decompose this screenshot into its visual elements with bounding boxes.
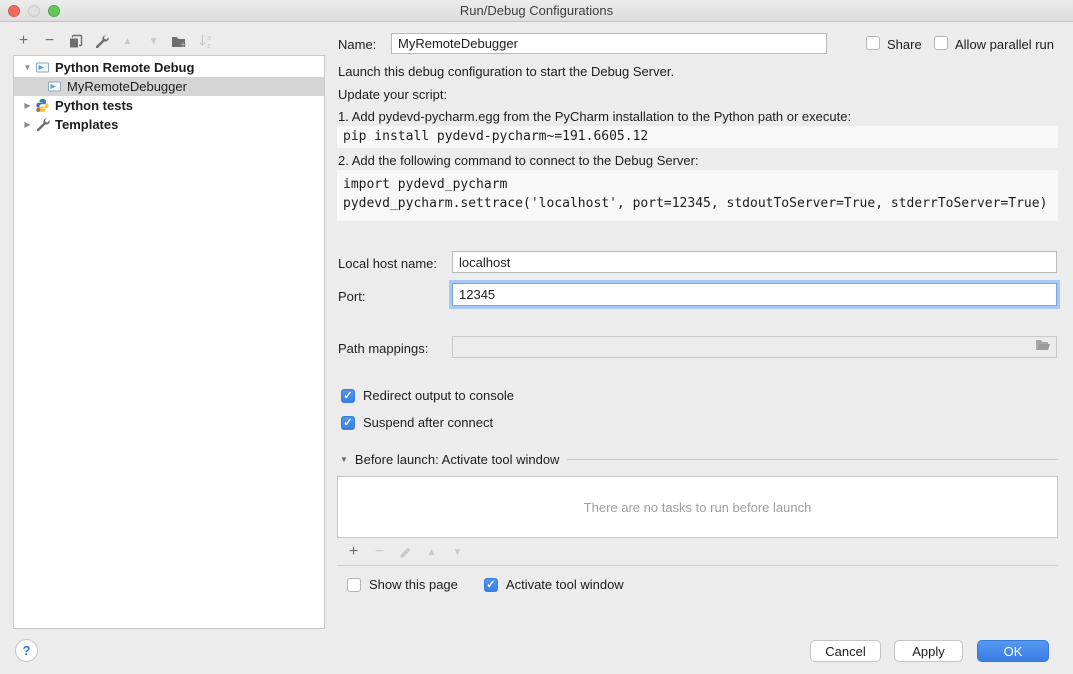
add-task-icon[interactable]: + — [346, 543, 361, 561]
local-host-name-input[interactable] — [452, 251, 1057, 273]
redirect-output-label[interactable]: Redirect output to console — [363, 388, 514, 403]
before-launch-task-list[interactable]: There are no tasks to run before launch — [337, 476, 1058, 538]
wrench-icon — [35, 117, 50, 132]
before-launch-header: ▼ Before launch: Activate tool window — [340, 452, 1058, 467]
tree-item-label: Templates — [55, 117, 118, 132]
port-input[interactable] — [452, 283, 1057, 306]
step1-text: 1. Add pydevd-pycharm.egg from the PyCha… — [338, 109, 851, 124]
tree-item-label: Python tests — [55, 98, 133, 113]
tree-item-python-remote-debug[interactable]: ▼ Python Remote Debug — [14, 58, 324, 77]
tree-item-templates[interactable]: ▶ Templates — [14, 115, 324, 134]
close-window-button[interactable] — [8, 5, 20, 17]
copy-configuration-icon[interactable] — [67, 32, 84, 50]
svg-text:z: z — [207, 43, 211, 49]
new-folder-icon[interactable] — [171, 32, 188, 50]
section-divider — [567, 459, 1058, 460]
tree-item-myremotedebugger[interactable]: MyRemoteDebugger — [14, 77, 324, 96]
allow-parallel-run-checkbox[interactable] — [934, 36, 948, 50]
cancel-button[interactable]: Cancel — [810, 640, 881, 662]
code-line-1: import pydevd_pycharm — [343, 177, 507, 192]
redirect-output-row: Redirect output to console — [341, 388, 514, 403]
step2-text: 2. Add the following command to connect … — [338, 153, 699, 168]
run-config-icon — [35, 60, 50, 75]
collapse-section-icon[interactable]: ▼ — [340, 455, 348, 464]
activate-tool-window-label[interactable]: Activate tool window — [506, 577, 624, 592]
empty-tasks-text: There are no tasks to run before launch — [584, 500, 812, 515]
run-config-icon — [47, 79, 62, 94]
show-this-page-label[interactable]: Show this page — [369, 577, 458, 592]
tree-item-label: MyRemoteDebugger — [67, 79, 187, 94]
edit-templates-icon[interactable] — [93, 32, 110, 50]
pip-command-code: pip install pydevd-pycharm~=191.6605.12 — [337, 126, 1058, 148]
code-line-2: pydevd_pycharm.settrace('localhost', por… — [343, 196, 1047, 211]
settrace-code: import pydevd_pycharm pydevd_pycharm.set… — [337, 170, 1058, 221]
task-move-up-icon: ▲ — [424, 543, 439, 561]
help-button[interactable]: ? — [15, 639, 38, 662]
minimize-window-button — [28, 5, 40, 17]
path-mappings-field[interactable] — [452, 336, 1057, 358]
apply-button[interactable]: Apply — [894, 640, 963, 662]
ok-button[interactable]: OK — [977, 640, 1049, 662]
titlebar[interactable]: Run/Debug Configurations — [0, 0, 1073, 22]
edit-task-icon — [398, 543, 413, 561]
suspend-after-connect-row: Suspend after connect — [341, 415, 493, 430]
local-host-name-label: Local host name: — [338, 256, 437, 271]
activate-tool-window-checkbox[interactable] — [484, 578, 498, 592]
remove-task-icon: − — [372, 543, 387, 561]
share-label[interactable]: Share — [887, 37, 922, 52]
tree-item-label: Python Remote Debug — [55, 60, 194, 75]
redirect-output-checkbox[interactable] — [341, 389, 355, 403]
port-label: Port: — [338, 289, 365, 304]
suspend-after-connect-label[interactable]: Suspend after connect — [363, 415, 493, 430]
path-mappings-label: Path mappings: — [338, 341, 428, 356]
task-move-down-icon: ▼ — [450, 543, 465, 561]
page-options-row: Show this page Activate tool window — [347, 577, 624, 592]
move-down-icon: ▼ — [145, 32, 162, 50]
move-up-icon: ▲ — [119, 32, 136, 50]
tree-item-python-tests[interactable]: ▶ Python tests — [14, 96, 324, 115]
name-label: Name: — [338, 37, 376, 52]
share-checkbox[interactable] — [866, 36, 880, 50]
name-input[interactable] — [391, 33, 827, 54]
svg-text:a: a — [207, 35, 211, 42]
add-configuration-icon[interactable]: + — [15, 32, 32, 50]
remove-configuration-icon[interactable]: − — [41, 32, 58, 50]
sort-configurations-icon: az — [197, 32, 214, 50]
browse-folder-icon[interactable] — [1035, 339, 1051, 355]
window-title: Run/Debug Configurations — [0, 0, 1073, 21]
update-script-text: Update your script: — [338, 87, 447, 102]
task-list-toolbar: + − ▲ ▼ — [337, 539, 1058, 566]
intro-text: Launch this debug configuration to start… — [338, 64, 674, 79]
configurations-tree: ▼ Python Remote Debug MyRemoteDebugger ▶… — [13, 55, 325, 629]
configurations-toolbar: + − ▲ ▼ az — [15, 31, 214, 51]
python-tests-icon — [35, 98, 50, 113]
suspend-after-connect-checkbox[interactable] — [341, 416, 355, 430]
expand-arrow-icon[interactable]: ▶ — [22, 120, 33, 129]
zoom-window-button[interactable] — [48, 5, 60, 17]
before-launch-title: Before launch: Activate tool window — [355, 452, 560, 467]
expand-arrow-icon[interactable]: ▶ — [22, 101, 33, 110]
show-this-page-checkbox[interactable] — [347, 578, 361, 592]
allow-parallel-run-label[interactable]: Allow parallel run — [955, 37, 1054, 52]
collapse-arrow-icon[interactable]: ▼ — [22, 63, 33, 72]
